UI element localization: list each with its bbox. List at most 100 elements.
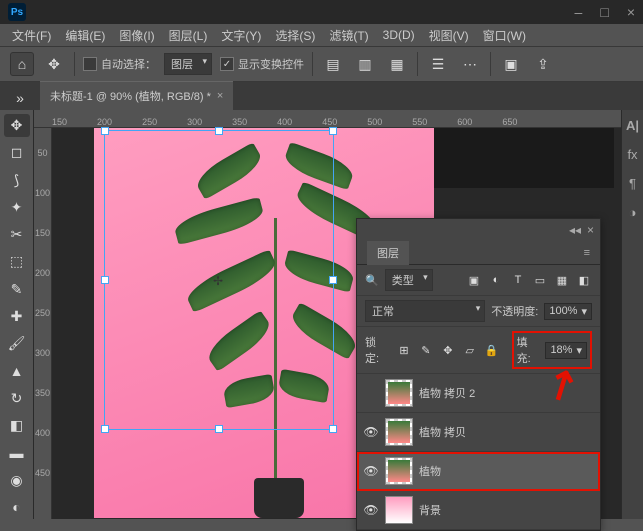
- ruler-horizontal: 150200250300350400450500550600650: [34, 110, 621, 128]
- transform-handle[interactable]: [215, 127, 223, 135]
- visibility-icon[interactable]: 👁: [363, 464, 379, 478]
- more-options-icon[interactable]: ⋯: [458, 52, 482, 76]
- layer-name[interactable]: 植物: [419, 463, 441, 479]
- align-center-icon[interactable]: ▥: [353, 52, 377, 76]
- 3d-mode-icon[interactable]: ▣: [499, 52, 523, 76]
- lock-transparent-icon[interactable]: ⊞: [396, 342, 412, 358]
- layer-name[interactable]: 背景: [419, 502, 441, 518]
- transform-handle[interactable]: [329, 425, 337, 433]
- layer-list: 植物 拷贝 2 👁 植物 拷贝 👁 植物 👁 背景: [357, 374, 600, 530]
- document-tab[interactable]: 未标题-1 @ 90% (植物, RGB/8) * ×: [40, 81, 233, 110]
- lock-pixels-icon[interactable]: ✎: [418, 342, 434, 358]
- layer-item[interactable]: 植物 拷贝 2: [357, 374, 600, 413]
- panel-menu-icon[interactable]: ≡: [584, 247, 590, 259]
- fill-label: 填充:: [517, 334, 542, 366]
- filter-adjust-icon[interactable]: ◐: [488, 272, 504, 288]
- document-title: 未标题-1 @ 90% (植物, RGB/8) *: [50, 88, 211, 104]
- quick-share-icon[interactable]: ⇪: [531, 52, 555, 76]
- close-panel-icon[interactable]: ×: [587, 223, 594, 237]
- lock-all-icon[interactable]: 🔒: [484, 342, 500, 358]
- auto-select-target[interactable]: 图层: [164, 53, 212, 75]
- frame-tool[interactable]: ⬚: [4, 250, 30, 273]
- menu-layer[interactable]: 图层(L): [169, 27, 208, 44]
- layer-thumbnail[interactable]: [385, 457, 413, 485]
- menu-view[interactable]: 视图(V): [429, 27, 469, 44]
- filter-smart-icon[interactable]: ▦: [554, 272, 570, 288]
- menu-window[interactable]: 窗口(W): [483, 27, 526, 44]
- filter-toggle-icon[interactable]: ◧: [576, 272, 592, 288]
- layer-thumbnail[interactable]: [385, 418, 413, 446]
- align-left-icon[interactable]: ▤: [321, 52, 345, 76]
- crop-tool[interactable]: ✂: [4, 223, 30, 246]
- layer-thumbnail[interactable]: [385, 379, 413, 407]
- filter-icon[interactable]: 🔍: [365, 274, 379, 287]
- close-button[interactable]: ×: [627, 4, 635, 20]
- filter-pixel-icon[interactable]: ▣: [466, 272, 482, 288]
- blur-tool[interactable]: ◉: [4, 468, 30, 491]
- minimize-button[interactable]: –: [575, 4, 583, 20]
- move-tool[interactable]: ✥: [4, 114, 30, 137]
- eraser-tool[interactable]: ◧: [4, 414, 30, 437]
- menu-3d[interactable]: 3D(D): [383, 28, 415, 42]
- transform-handle[interactable]: [215, 425, 223, 433]
- transform-center-icon[interactable]: ✢: [213, 274, 225, 286]
- transform-handle[interactable]: [329, 127, 337, 135]
- menu-image[interactable]: 图像(I): [119, 27, 154, 44]
- menu-filter[interactable]: 滤镜(T): [329, 27, 368, 44]
- layers-tab[interactable]: 图层: [367, 241, 409, 265]
- visibility-icon[interactable]: 👁: [363, 503, 379, 517]
- filter-type-dropdown[interactable]: 类型: [385, 269, 433, 291]
- lock-position-icon[interactable]: ✥: [440, 342, 456, 358]
- move-tool-icon[interactable]: ✥: [42, 52, 66, 76]
- auto-select-checkbox[interactable]: 自动选择：: [83, 56, 156, 72]
- transform-handle[interactable]: [101, 276, 109, 284]
- collapse-panel-icon[interactable]: ◂◂: [569, 223, 581, 237]
- paragraph-panel-icon[interactable]: ¶: [629, 176, 636, 191]
- expand-tabs-icon[interactable]: »: [8, 86, 32, 110]
- transform-handle[interactable]: [101, 425, 109, 433]
- opacity-input[interactable]: 100%▾: [544, 303, 592, 320]
- history-brush-tool[interactable]: ↻: [4, 387, 30, 410]
- stamp-tool[interactable]: ▲: [4, 359, 30, 382]
- transform-handle[interactable]: [329, 276, 337, 284]
- filter-type-icon[interactable]: T: [510, 272, 526, 288]
- visibility-icon[interactable]: 👁: [363, 425, 379, 439]
- menu-bar: 文件(F) 编辑(E) 图像(I) 图层(L) 文字(Y) 选择(S) 滤镜(T…: [0, 24, 643, 46]
- layer-item-background[interactable]: 👁 背景: [357, 491, 600, 530]
- tools-panel: ✥ ◻ ⟆ ✦ ✂ ⬚ ✎ ✚ 🖌 ▲ ↻ ◧ ▬ ◉ ◐: [0, 110, 34, 519]
- brush-tool[interactable]: 🖌: [4, 332, 30, 355]
- transform-bounds[interactable]: ✢: [104, 130, 334, 430]
- fill-input[interactable]: 18%▾: [545, 342, 587, 359]
- layer-item[interactable]: 👁 植物 拷贝: [357, 413, 600, 452]
- align-right-icon[interactable]: ▦: [385, 52, 409, 76]
- swatches-panel-icon[interactable]: ◑: [629, 205, 637, 220]
- styles-panel-icon[interactable]: fx: [627, 147, 637, 162]
- close-tab-icon[interactable]: ×: [217, 90, 223, 102]
- layer-thumbnail[interactable]: [385, 496, 413, 524]
- show-transform-checkbox[interactable]: ✓ 显示变换控件: [220, 56, 304, 72]
- dodge-tool[interactable]: ◐: [4, 496, 30, 519]
- menu-type[interactable]: 文字(Y): [221, 27, 261, 44]
- maximize-button[interactable]: □: [600, 4, 608, 20]
- app-logo: Ps: [8, 3, 26, 21]
- gradient-tool[interactable]: ▬: [4, 441, 30, 464]
- blend-mode-dropdown[interactable]: 正常: [365, 300, 485, 322]
- options-bar: ⌂ ✥ 自动选择： 图层 ✓ 显示变换控件 ▤ ▥ ▦ ☰ ⋯ ▣ ⇪: [0, 46, 643, 82]
- char-panel-icon[interactable]: A|: [626, 118, 639, 133]
- menu-file[interactable]: 文件(F): [12, 27, 51, 44]
- menu-select[interactable]: 选择(S): [275, 27, 315, 44]
- menu-edit[interactable]: 编辑(E): [65, 27, 105, 44]
- lock-artboard-icon[interactable]: ▱: [462, 342, 478, 358]
- distribute-icon[interactable]: ☰: [426, 52, 450, 76]
- layer-item-selected[interactable]: 👁 植物: [357, 452, 600, 491]
- marquee-tool[interactable]: ◻: [4, 141, 30, 164]
- eyedropper-tool[interactable]: ✎: [4, 278, 30, 301]
- layer-name[interactable]: 植物 拷贝 2: [419, 385, 475, 401]
- home-icon[interactable]: ⌂: [10, 52, 34, 76]
- quick-select-tool[interactable]: ✦: [4, 196, 30, 219]
- layer-name[interactable]: 植物 拷贝: [419, 424, 466, 440]
- filter-shape-icon[interactable]: ▭: [532, 272, 548, 288]
- transform-handle[interactable]: [101, 127, 109, 135]
- lasso-tool[interactable]: ⟆: [4, 169, 30, 192]
- healing-tool[interactable]: ✚: [4, 305, 30, 328]
